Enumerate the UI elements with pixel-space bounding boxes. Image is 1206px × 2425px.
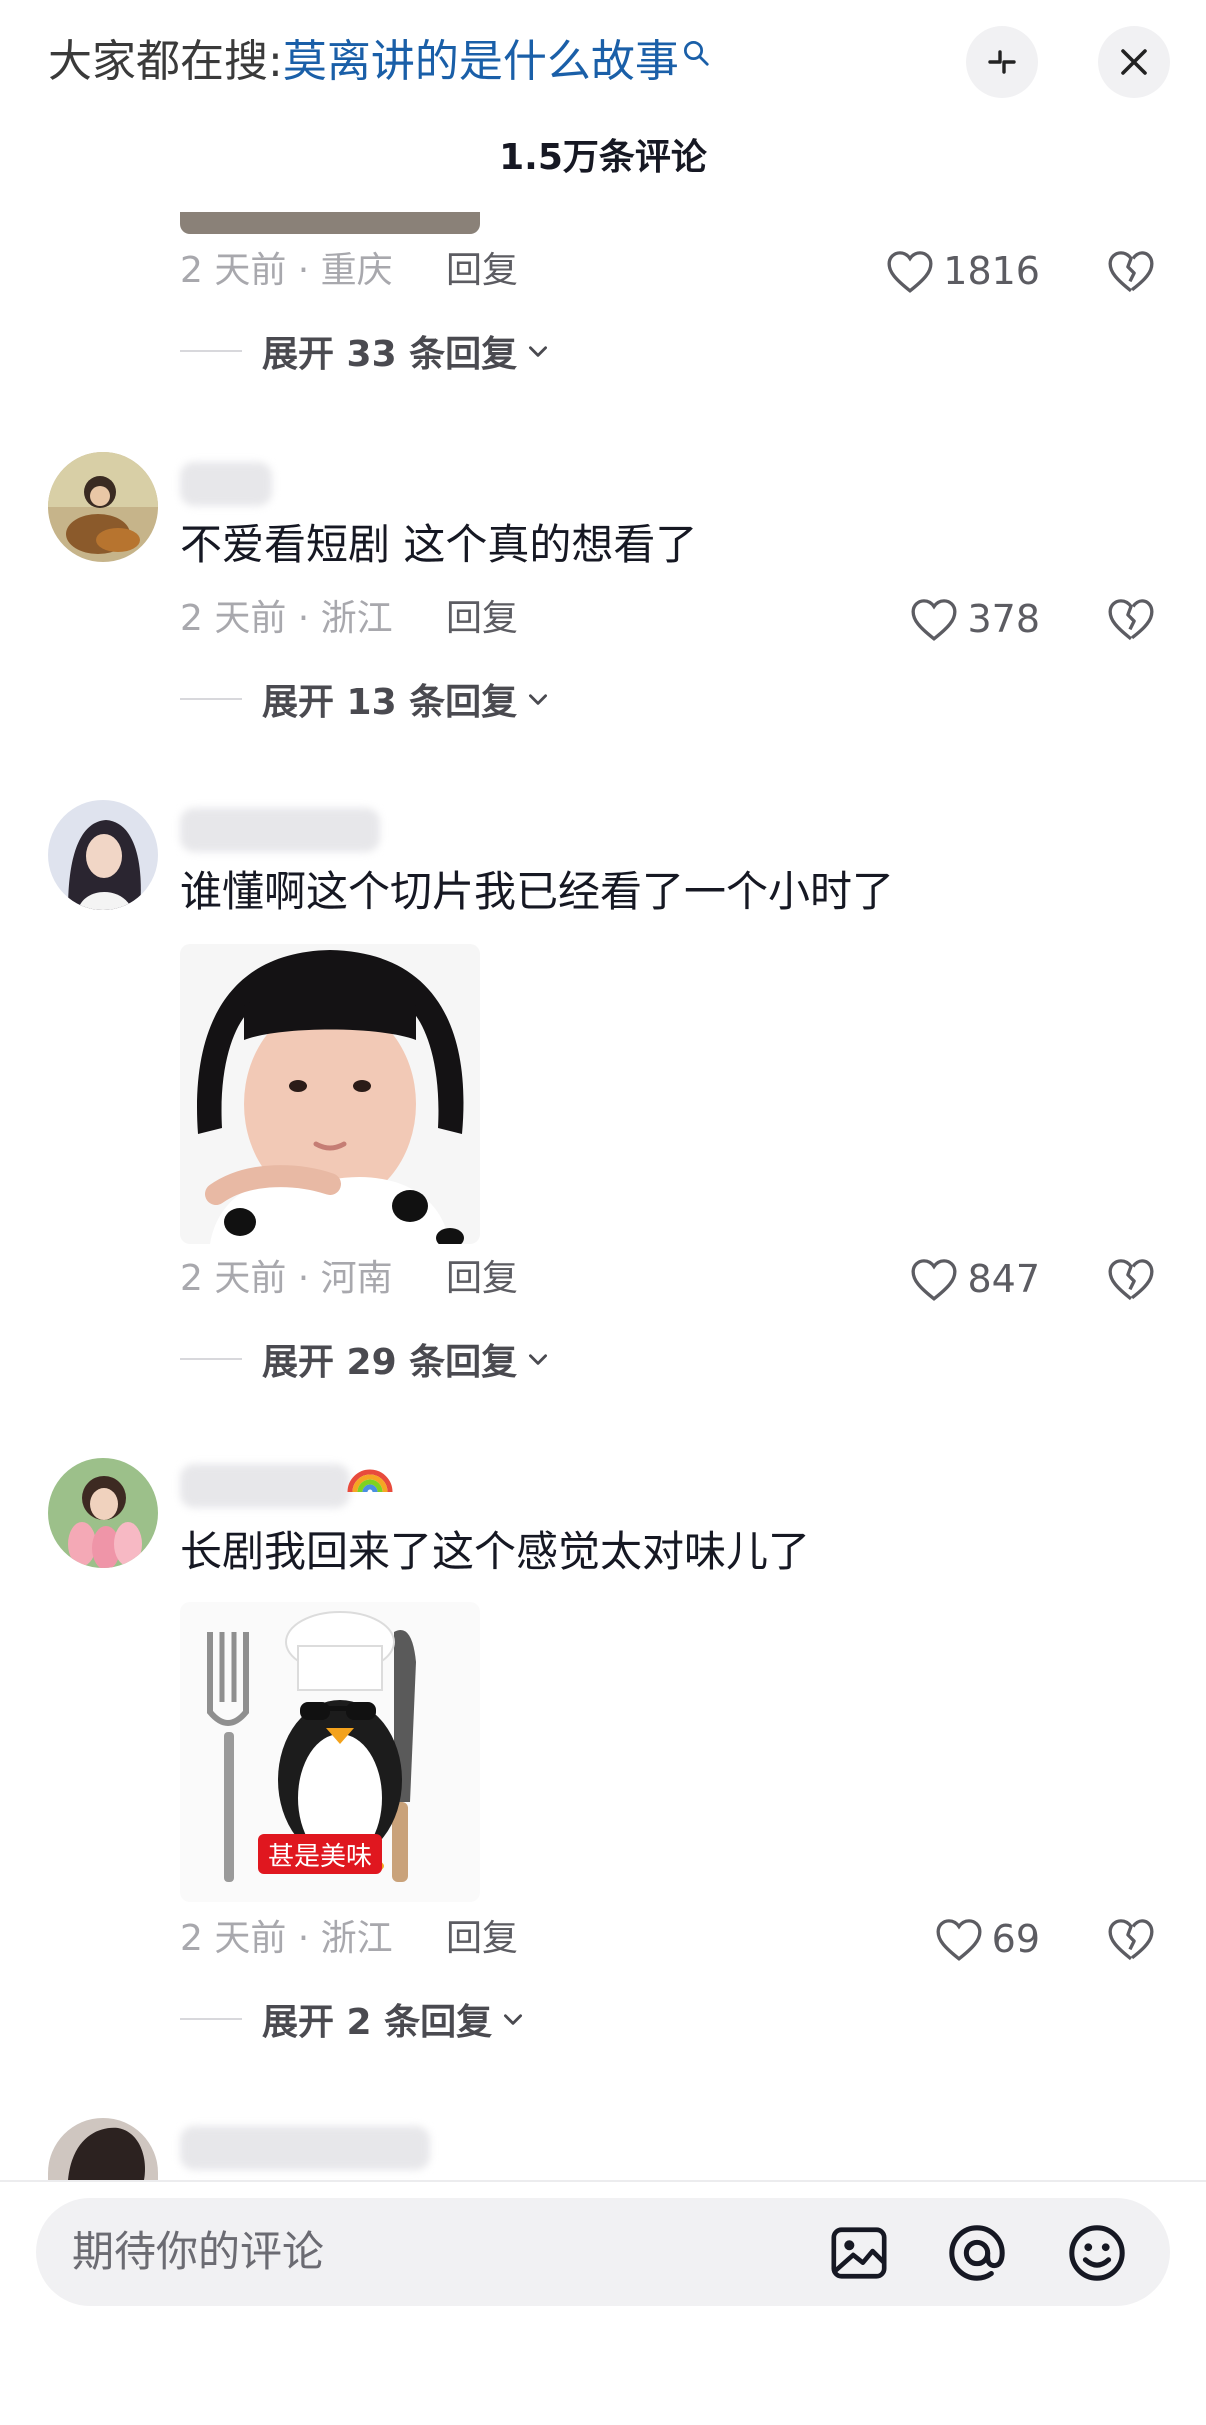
avatar[interactable] xyxy=(48,800,158,910)
broken-heart-icon[interactable] xyxy=(1106,1254,1156,1304)
username[interactable] xyxy=(180,808,380,852)
avatar[interactable] xyxy=(48,452,158,562)
like-count: 69 xyxy=(991,1917,1040,1961)
search-suggestion[interactable]: 大家都在搜:莫离讲的是什么故事 xyxy=(48,32,711,92)
comment-image-partial[interactable] xyxy=(180,212,480,234)
bottom-divider xyxy=(0,2180,1206,2182)
username[interactable] xyxy=(180,2126,430,2170)
expand-divider xyxy=(180,350,242,352)
expand-replies-label: 展开 13 条回复 xyxy=(262,682,518,723)
username[interactable] xyxy=(180,1464,350,1508)
comment-meta: 2 天前 · 重庆 xyxy=(180,250,393,291)
expand-replies-button[interactable]: 展开 33 条回复 xyxy=(180,326,551,376)
comment-meta: 2 天前 · 浙江 xyxy=(180,1918,393,1959)
close-icon xyxy=(1121,49,1147,75)
like-button[interactable]: 69 xyxy=(860,1914,1040,1964)
search-suggestion-prefix: 大家都在搜: xyxy=(48,36,283,87)
chevron-down-icon xyxy=(529,1354,548,1365)
heart-icon xyxy=(911,1259,957,1301)
comment-count-title: 1.5万条评论 xyxy=(499,137,707,178)
expand-replies-label: 展开 33 条回复 xyxy=(262,334,518,375)
expand-replies-button[interactable]: 展开 2 条回复 xyxy=(180,1994,526,2044)
like-count: 847 xyxy=(967,1257,1040,1301)
collapse-icon xyxy=(988,50,1016,74)
expand-divider xyxy=(180,2018,242,2020)
reply-button[interactable]: 回复 xyxy=(446,246,518,296)
broken-heart-icon[interactable] xyxy=(1106,594,1156,644)
comment-meta: 2 天前 · 浙江 xyxy=(180,598,393,639)
comment-input-placeholder: 期待你的评论 xyxy=(72,2227,325,2276)
like-count: 1816 xyxy=(943,249,1040,293)
search-suggestion-query[interactable]: 莫离讲的是什么故事 xyxy=(283,36,679,87)
comment-meta: 2 天前 · 河南 xyxy=(180,1258,393,1299)
expand-replies-label: 展开 29 条回复 xyxy=(262,1342,518,1383)
like-button[interactable]: 378 xyxy=(860,594,1040,644)
like-count: 378 xyxy=(967,597,1040,641)
search-icon xyxy=(683,41,709,66)
broken-heart-icon[interactable] xyxy=(1106,246,1156,296)
comment-text: 长剧我回来了这个感觉太对味儿了 xyxy=(180,1527,811,1576)
chevron-down-icon xyxy=(529,346,548,357)
expand-divider xyxy=(180,698,242,700)
comment-image[interactable] xyxy=(180,944,480,1244)
reply-button[interactable]: 回复 xyxy=(446,1254,518,1304)
heart-icon xyxy=(887,251,933,293)
expand-replies-button[interactable]: 展开 13 条回复 xyxy=(180,674,551,724)
sticker-caption-badge: 甚是美味 xyxy=(258,1834,382,1874)
expand-replies-label: 展开 2 条回复 xyxy=(262,2002,493,2043)
heart-icon xyxy=(936,1919,982,1961)
reply-button[interactable]: 回复 xyxy=(446,1914,518,1964)
expand-divider xyxy=(180,1358,242,1360)
expand-replies-button[interactable]: 展开 29 条回复 xyxy=(180,1334,551,1384)
avatar[interactable] xyxy=(48,2118,158,2180)
image-icon[interactable] xyxy=(828,2222,890,2284)
chevron-down-icon xyxy=(504,2014,523,2025)
avatar[interactable] xyxy=(48,1458,158,1568)
comment-sticker[interactable]: 甚是美味 xyxy=(180,1602,480,1902)
sticker-caption: 甚是美味 xyxy=(267,1841,372,1872)
username[interactable] xyxy=(180,462,272,506)
close-button[interactable] xyxy=(1098,26,1170,98)
like-button[interactable]: 847 xyxy=(860,1254,1040,1304)
chevron-down-icon xyxy=(529,694,548,705)
comment-text: 不爱看短剧 这个真的想看了 xyxy=(180,520,698,569)
collapse-button[interactable] xyxy=(966,26,1038,98)
at-icon[interactable] xyxy=(946,2222,1008,2284)
emoji-icon[interactable] xyxy=(1066,2222,1128,2284)
rainbow-emoji-icon xyxy=(347,1469,393,1493)
broken-heart-icon[interactable] xyxy=(1106,1914,1156,1964)
comment-text: 谁懂啊这个切片我已经看了一个小时了 xyxy=(180,867,895,916)
heart-icon xyxy=(911,599,957,641)
like-button[interactable]: 1816 xyxy=(860,246,1040,296)
reply-button[interactable]: 回复 xyxy=(446,594,518,644)
